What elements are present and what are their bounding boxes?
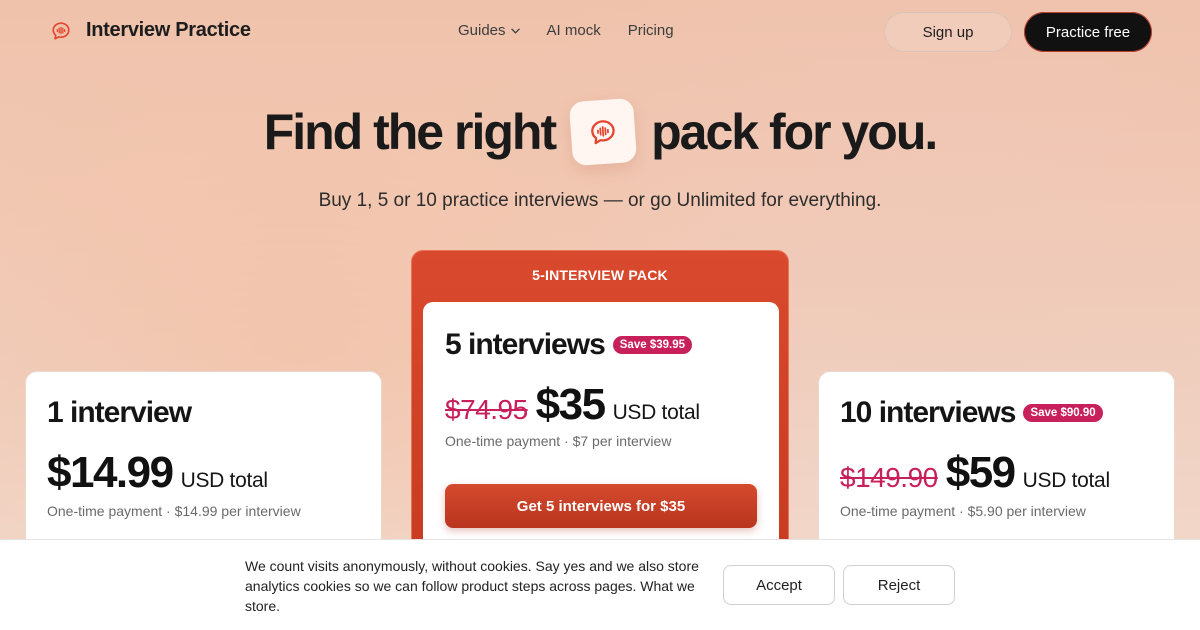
chat-wave-icon: [52, 21, 70, 40]
title-part-2: pack for you.: [651, 104, 938, 160]
price-note: One-time payment · $7 per interview: [445, 433, 672, 449]
sign-up-button[interactable]: Sign up: [884, 12, 1012, 52]
price-note: One-time payment · $5.90 per interview: [840, 503, 1086, 519]
plan-title-text: 10 interviews: [840, 396, 1016, 429]
cookie-banner: We count visits anonymously, without coo…: [0, 539, 1200, 630]
practice-free-button[interactable]: Practice free: [1024, 12, 1152, 52]
brand-name: Interview Practice: [86, 19, 251, 41]
nav-guides[interactable]: Guides: [458, 22, 520, 39]
price: $35: [535, 380, 606, 429]
nav-pricing-label: Pricing: [627, 22, 674, 39]
price: $59: [945, 448, 1016, 497]
save-badge: Save $39.95: [612, 336, 692, 354]
plan-title: 10 interviews Save $90.90: [840, 396, 1103, 430]
nav-ai-mock-label: AI mock: [546, 22, 601, 39]
cookie-text: We count visits anonymously, without coo…: [245, 558, 699, 614]
accept-cookies-button[interactable]: Accept: [723, 565, 835, 605]
nav-ai-mock[interactable]: AI mock: [547, 22, 601, 39]
reject-cookies-button[interactable]: Reject: [843, 565, 955, 605]
price-note: One-time payment · $14.99 per interview: [47, 503, 301, 519]
chevron-down-icon: [510, 28, 520, 34]
featured-label: 5-INTERVIEW PACK: [532, 267, 668, 283]
old-price: $149.90: [840, 462, 938, 493]
nav-links: Guides AI mock Pricing: [458, 22, 674, 39]
price-row: $14.99 USD total: [47, 448, 268, 498]
save-badge: Save $90.90: [1023, 404, 1103, 422]
price-row: $149.90 $59 USD total: [840, 448, 1110, 498]
price-row: $74.95 $35 USD total: [445, 380, 700, 430]
top-nav: Interview Practice Guides AI mock Pricin…: [0, 0, 1200, 64]
plan-title-text: 1 interview: [47, 396, 192, 429]
price: $14.99: [47, 448, 174, 497]
old-price: $74.95: [445, 394, 528, 425]
brand-logo[interactable]: Interview Practice: [50, 19, 251, 42]
hero-subtitle: Buy 1, 5 or 10 practice interviews — or …: [318, 190, 882, 211]
page-title: Find the right pack for you.: [0, 97, 1200, 167]
buy-5-interviews-button[interactable]: Get 5 interviews for $35: [445, 484, 757, 528]
price-unit: USD total: [612, 401, 700, 424]
nav-pricing[interactable]: Pricing: [628, 22, 674, 39]
price-unit: USD total: [180, 469, 268, 492]
plan-title-text: 5 interviews: [445, 328, 606, 361]
chat-wave-icon: [591, 120, 615, 145]
nav-guides-label: Guides: [458, 22, 506, 39]
plan-title: 1 interview: [47, 396, 192, 430]
hero-badge: [568, 97, 638, 167]
plan-title: 5 interviews Save $39.95: [445, 328, 692, 362]
title-part-1: Find the right: [263, 104, 557, 160]
price-unit: USD total: [1022, 469, 1110, 492]
